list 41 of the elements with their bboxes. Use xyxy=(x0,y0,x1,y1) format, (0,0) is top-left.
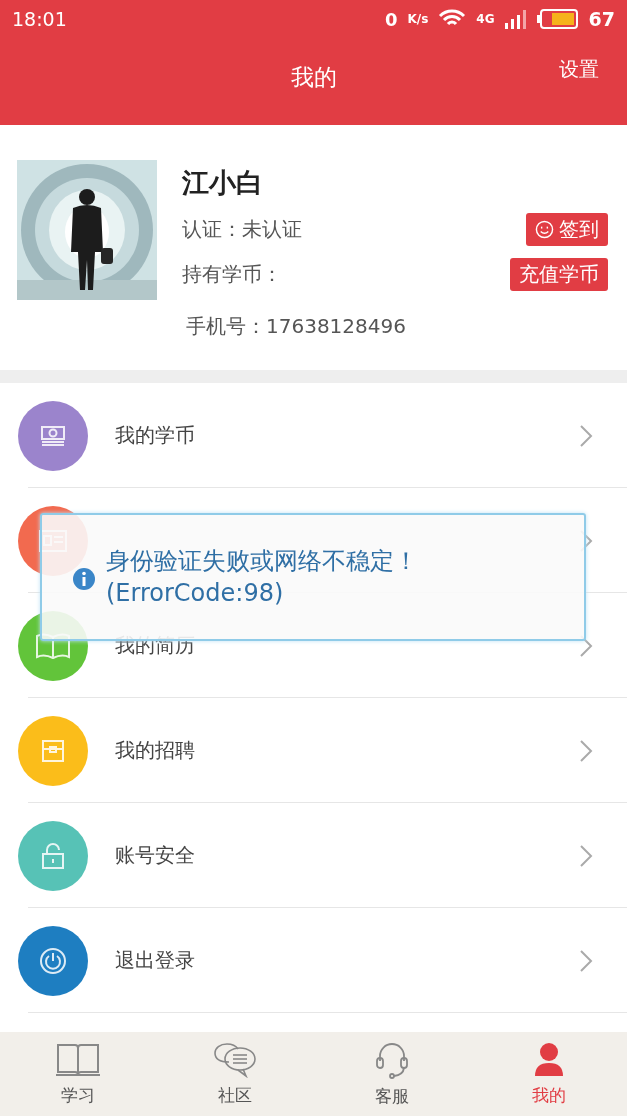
info-icon xyxy=(72,567,96,591)
lock-icon xyxy=(40,841,66,870)
phone-number: 手机号：17638128496 xyxy=(186,313,407,340)
menu-label: 账号安全 xyxy=(115,842,196,869)
menu-label: 我的学币 xyxy=(115,422,196,449)
verification-status: 认证：未认证 xyxy=(182,216,302,243)
network-type: 4G xyxy=(476,12,495,26)
menu-label: 我的招聘 xyxy=(115,737,196,764)
user-name: 江小白 xyxy=(182,166,264,200)
chevron-icon xyxy=(579,843,593,868)
speed-unit: K/s xyxy=(407,12,429,26)
recharge-button[interactable]: 充值学币 xyxy=(510,258,608,291)
power-icon xyxy=(39,946,67,975)
network-speed: 0 xyxy=(385,8,398,30)
chevron-icon xyxy=(579,948,593,973)
tab[interactable]: 我的 xyxy=(470,1032,627,1116)
error-code: (ErrorCode:98) xyxy=(106,578,285,609)
menu-label: 退出登录 xyxy=(115,947,196,974)
battery-percent: 67 xyxy=(588,8,615,30)
checkin-button[interactable]: 签到 xyxy=(526,213,608,246)
tab[interactable]: 社区 xyxy=(156,1032,314,1116)
coin-balance-label: 持有学币： xyxy=(182,261,282,288)
book-icon xyxy=(55,1041,102,1078)
settings-link[interactable]: 设置 xyxy=(559,56,599,83)
tab[interactable]: 学习 xyxy=(0,1032,157,1116)
tab[interactable]: 客服 xyxy=(313,1032,471,1116)
headset-icon xyxy=(374,1040,409,1079)
menu-item[interactable]: 我的招聘 xyxy=(0,698,627,803)
chevron-icon xyxy=(579,738,593,763)
error-message: 身份验证失败或网络不稳定！ xyxy=(106,545,419,577)
smiley-icon xyxy=(535,220,554,239)
menu-item[interactable]: 退出登录 xyxy=(0,908,627,1013)
chat-icon xyxy=(213,1041,258,1078)
page-title: 我的 xyxy=(290,63,337,92)
chevron-icon xyxy=(579,423,593,448)
menu-item[interactable]: 我的学币 xyxy=(0,383,627,488)
signal-icon xyxy=(504,9,527,29)
menu-item[interactable]: 账号安全 xyxy=(0,803,627,908)
status-time: 18:01 xyxy=(12,8,67,30)
battery-icon xyxy=(536,8,579,30)
person-icon xyxy=(532,1041,565,1078)
